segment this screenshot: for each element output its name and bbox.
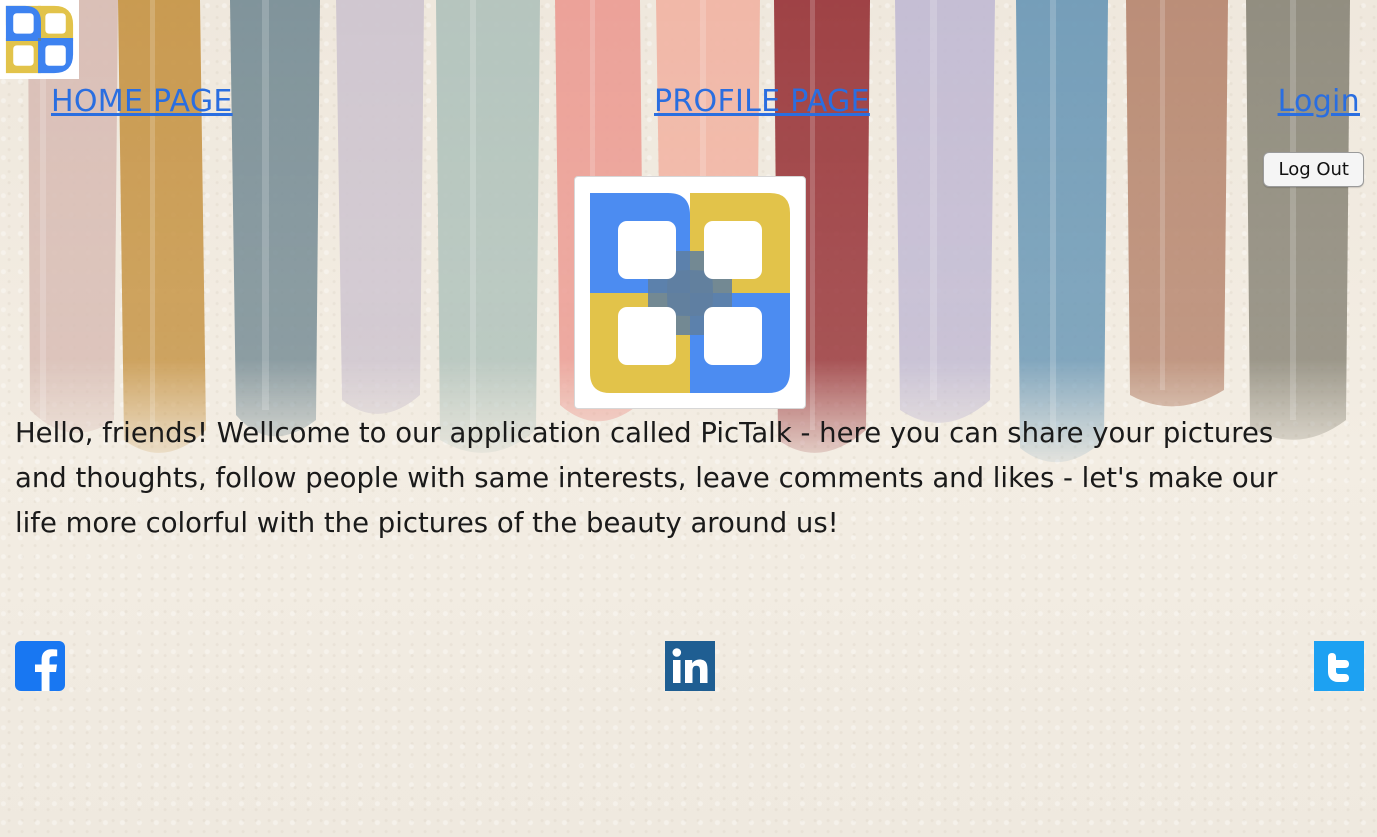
welcome-text: Hello, friends! Wellcome to our applicat… <box>15 417 1278 539</box>
nav-login-link[interactable]: Login <box>1278 84 1360 119</box>
nav-home-link[interactable]: HOME PAGE <box>51 84 233 119</box>
linkedin-icon <box>665 641 715 691</box>
twitter-link[interactable] <box>1314 641 1364 691</box>
app-logo-main <box>574 176 806 409</box>
facebook-link[interactable] <box>15 641 65 691</box>
app-logo-icon <box>5 5 74 74</box>
linkedin-link[interactable] <box>665 641 715 691</box>
facebook-icon <box>15 641 65 691</box>
twitter-icon <box>1314 641 1364 691</box>
app-logo-icon <box>590 192 790 393</box>
app-logo-small[interactable] <box>0 0 79 79</box>
logout-button[interactable]: Log Out <box>1263 152 1364 187</box>
nav-profile-link[interactable]: PROFILE PAGE <box>654 84 870 119</box>
